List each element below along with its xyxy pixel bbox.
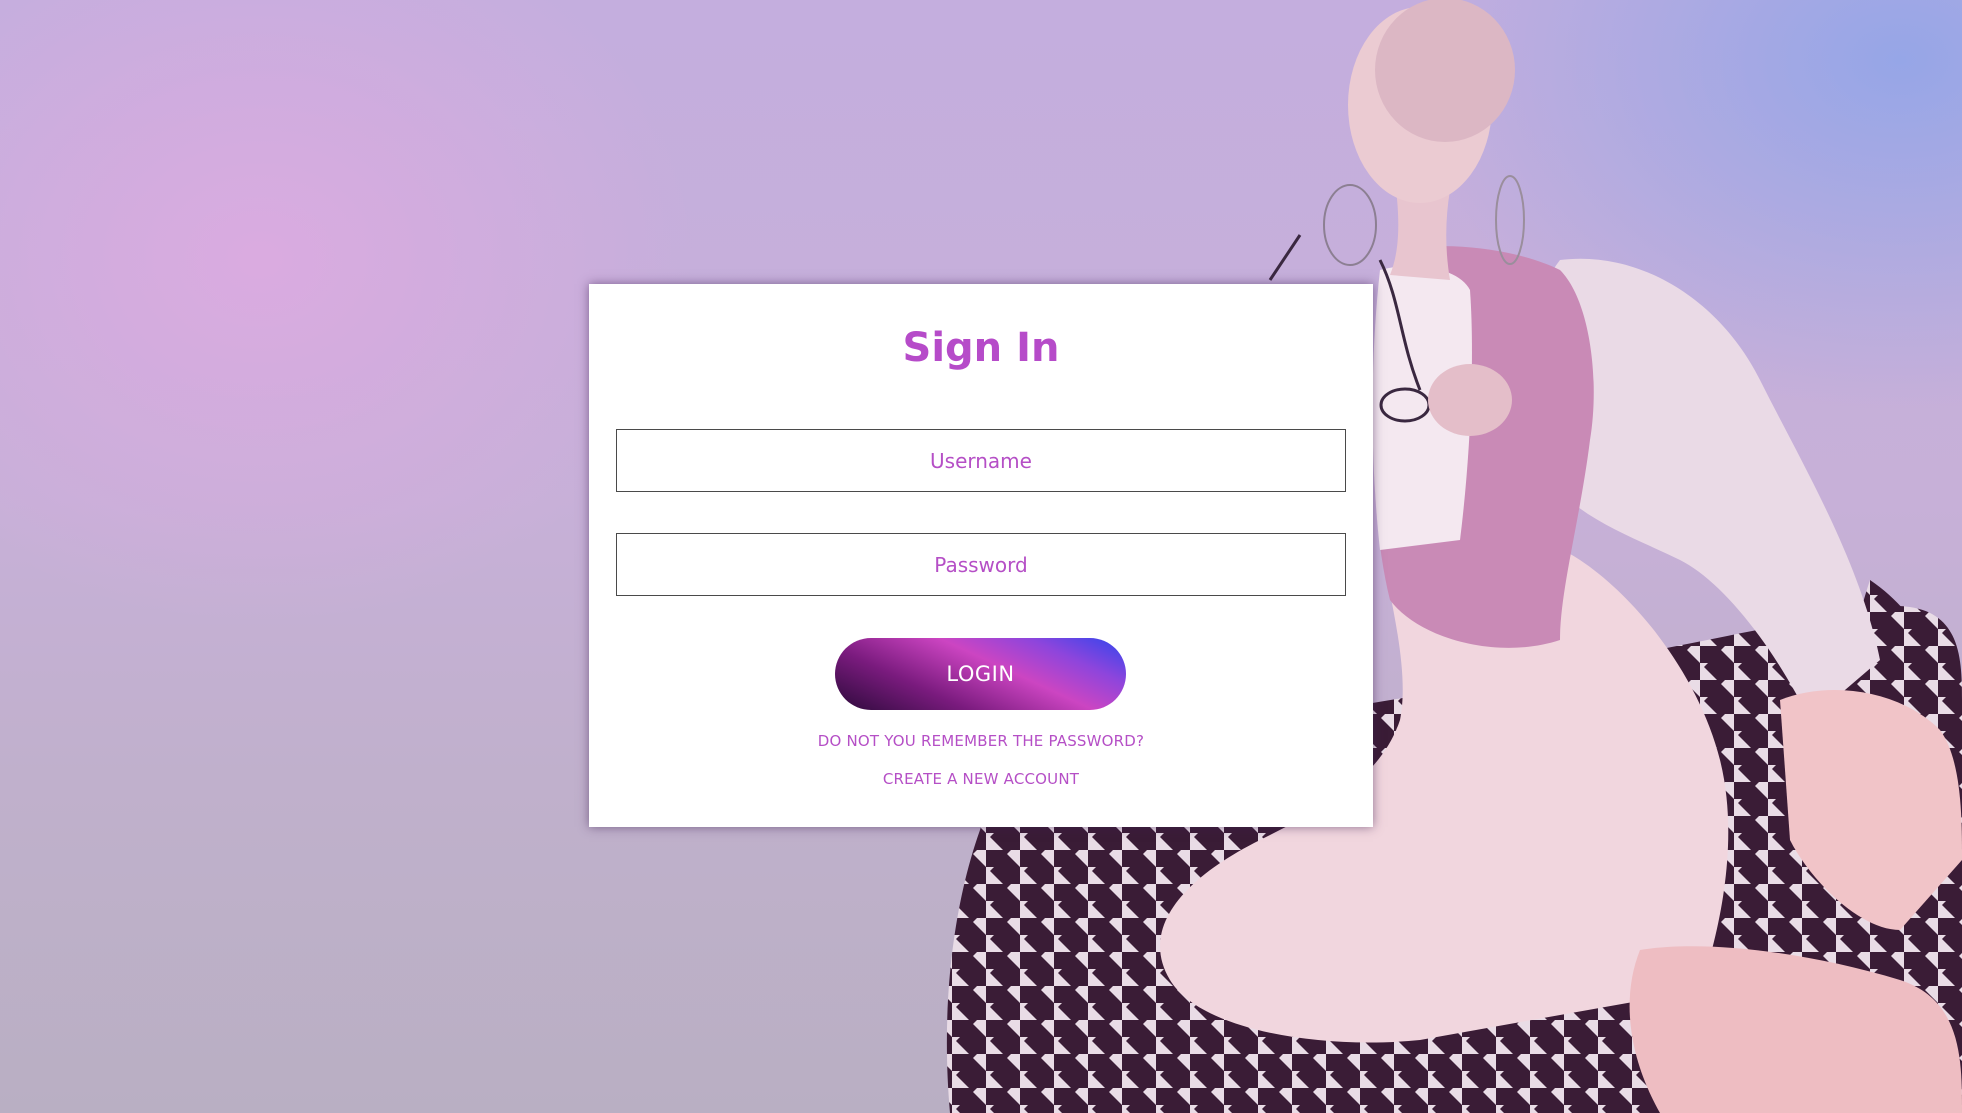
username-input[interactable] bbox=[616, 429, 1346, 492]
forgot-password-link[interactable]: DO NOT YOU REMEMBER THE PASSWORD? bbox=[589, 732, 1373, 750]
login-card: Sign In LOGIN DO NOT YOU REMEMBER THE PA… bbox=[589, 284, 1373, 827]
create-account-link[interactable]: CREATE A NEW ACCOUNT bbox=[589, 770, 1373, 788]
password-input[interactable] bbox=[616, 533, 1346, 596]
sign-in-title: Sign In bbox=[902, 325, 1060, 371]
login-page: Sign In LOGIN DO NOT YOU REMEMBER THE PA… bbox=[0, 0, 1962, 1113]
login-button[interactable]: LOGIN bbox=[835, 638, 1126, 710]
